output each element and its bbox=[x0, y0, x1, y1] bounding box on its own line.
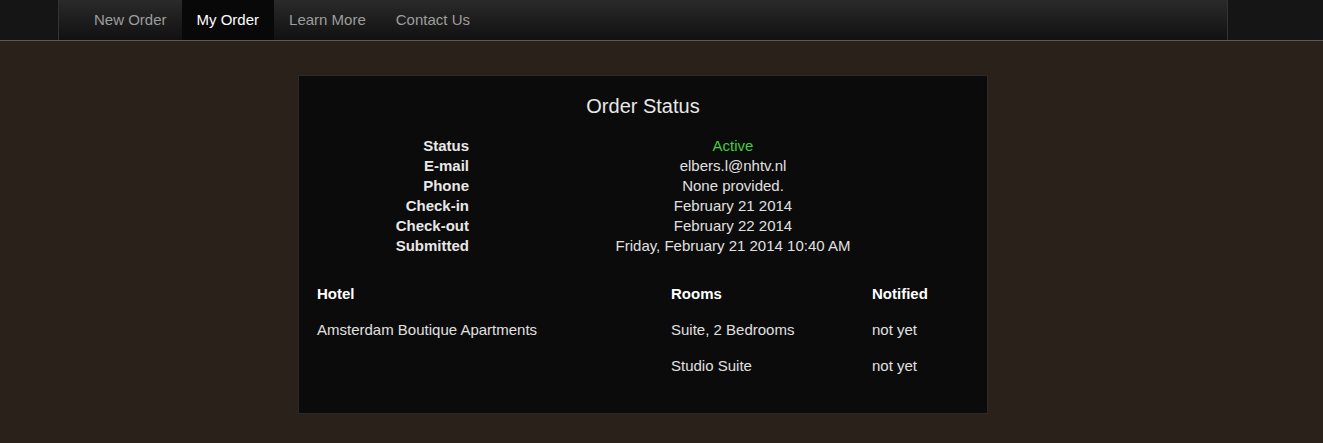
detail-value: February 22 2014 bbox=[479, 216, 987, 236]
column-header: Notified bbox=[872, 283, 969, 306]
detail-value: None provided. bbox=[479, 176, 987, 196]
nav-item[interactable]: New Order bbox=[79, 0, 182, 40]
column-header: Rooms bbox=[671, 283, 872, 306]
table-body: Amsterdam Boutique ApartmentsSuite, 2 Be… bbox=[317, 313, 969, 385]
nav-item[interactable]: Learn More bbox=[274, 0, 381, 40]
detail-label: Check-in bbox=[299, 196, 479, 216]
detail-value: February 21 2014 bbox=[479, 196, 987, 216]
detail-label: Submitted bbox=[299, 236, 479, 256]
detail-label: E-mail bbox=[299, 156, 479, 176]
detail-row: Check-inFebruary 21 2014 bbox=[299, 196, 987, 216]
detail-row: StatusActive bbox=[299, 136, 987, 156]
page: New OrderMy OrderLearn MoreContact Us Ord… bbox=[0, 0, 1323, 443]
detail-value: elbers.l@nhtv.nl bbox=[479, 156, 987, 176]
detail-row: E-mailelbers.l@nhtv.nl bbox=[299, 156, 987, 176]
detail-label: Status bbox=[299, 136, 479, 156]
nav-item[interactable]: My Order bbox=[182, 0, 275, 40]
detail-value: Friday, February 21 2014 10:40 AM bbox=[479, 236, 987, 256]
notified-cell: not yet bbox=[872, 355, 969, 378]
detail-label: Check-out bbox=[299, 216, 479, 236]
table-header: HotelRoomsNotified bbox=[317, 283, 969, 306]
hotel-cell: Amsterdam Boutique Apartments bbox=[317, 319, 671, 342]
detail-row: SubmittedFriday, February 21 2014 10:40 … bbox=[299, 236, 987, 256]
nav-item[interactable]: Contact Us bbox=[381, 0, 485, 40]
room-cell: Suite, 2 Bedrooms bbox=[671, 319, 872, 342]
detail-row: Check-outFebruary 22 2014 bbox=[299, 216, 987, 236]
column-header: Hotel bbox=[317, 283, 671, 306]
table-row: Studio Suitenot yet bbox=[317, 349, 969, 385]
hotel-table: HotelRoomsNotified Amsterdam Boutique Apa… bbox=[299, 283, 987, 385]
notified-cell: not yet bbox=[872, 319, 969, 342]
navbar-container: New OrderMy OrderLearn MoreContact Us bbox=[58, 0, 1228, 40]
detail-label: Phone bbox=[299, 176, 479, 196]
navbar: New OrderMy OrderLearn MoreContact Us bbox=[0, 0, 1323, 41]
detail-row: PhoneNone provided. bbox=[299, 176, 987, 196]
room-cell: Studio Suite bbox=[671, 355, 872, 378]
details-list: StatusActiveE-mailelbers.l@nhtv.nlPhoneN… bbox=[299, 136, 987, 256]
detail-value: Active bbox=[479, 136, 987, 156]
table-row: Amsterdam Boutique ApartmentsSuite, 2 Be… bbox=[317, 313, 969, 349]
panel-title: Order Status bbox=[299, 92, 987, 120]
order-status-panel: Order Status StatusActiveE-mailelbers.l@n… bbox=[298, 75, 988, 414]
